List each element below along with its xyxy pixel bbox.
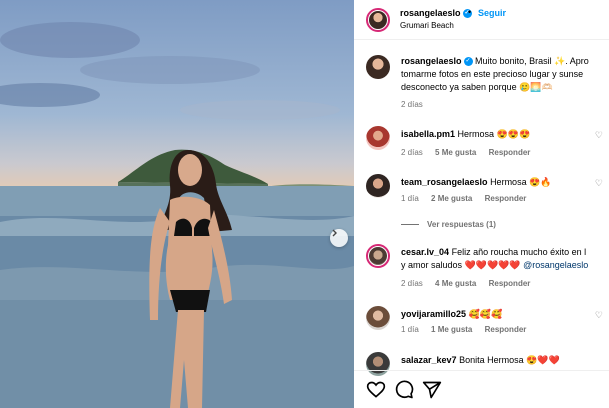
comment-meta: 1 día 2 Me gusta Responder — [401, 194, 536, 203]
commenter-avatar[interactable] — [366, 126, 390, 150]
share-icon[interactable] — [422, 380, 442, 400]
comment-body: Bonita Hermosa 😍❤️❤️ — [459, 355, 560, 365]
post-header: rosangelaeslo ✓ • Seguir Grumari Beach — [354, 0, 609, 40]
follow-button[interactable]: Seguir — [478, 8, 506, 18]
comment-username[interactable]: cesar.lv_04 — [401, 247, 449, 257]
comment-body: Hermosa 😍🔥 — [490, 177, 552, 187]
comment-body-line-2: y amor saludos ❤️❤️❤️❤️❤️ — [401, 260, 521, 270]
verified-badge-icon: ✓ — [463, 57, 473, 67]
chevron-right-icon — [332, 229, 337, 237]
comment-meta: 2 días 4 Me gusta Responder — [401, 279, 540, 288]
post-location[interactable]: Grumari Beach — [400, 21, 454, 30]
follow-separator: • — [468, 7, 472, 17]
comment-time[interactable]: 1 día — [401, 194, 419, 203]
commenter-avatar[interactable] — [366, 244, 390, 268]
comment-username[interactable]: salazar_kev7 — [401, 355, 457, 365]
reply-button[interactable]: Responder — [485, 325, 527, 334]
caption-time[interactable]: 2 días — [401, 100, 423, 109]
reply-button[interactable]: Responder — [489, 279, 531, 288]
post-side-panel: rosangelaeslo ✓ • Seguir Grumari Beach ro… — [354, 0, 609, 408]
comment-likes[interactable]: 5 Me gusta — [435, 148, 476, 157]
post-photo — [0, 0, 354, 408]
replies-divider — [401, 224, 419, 226]
reply-button[interactable]: Responder — [485, 194, 527, 203]
caption-line-3: desconecto ya saben porque 🥲🌅🫶🏻 — [401, 82, 553, 92]
comment-time[interactable]: 2 días — [401, 279, 423, 288]
comment-meta: 1 día 1 Me gusta Responder — [401, 325, 536, 334]
post-action-bar — [354, 370, 609, 408]
comment-meta: 2 días 5 Me gusta Responder — [401, 148, 540, 157]
comment-likes[interactable]: 2 Me gusta — [431, 194, 472, 203]
caption-text: rosangelaeslo ✓ Muito bonito, Brasil ✨. A… — [401, 55, 589, 94]
comment-text: team_rosangelaeslo Hermosa 😍🔥 — [401, 176, 552, 189]
comment-time[interactable]: 2 días — [401, 148, 423, 157]
comment-body: 🥰🥰🥰 — [468, 309, 503, 319]
caption-meta: 2 días — [401, 100, 433, 109]
comment-username[interactable]: yovijaramillo25 — [401, 309, 466, 319]
comment-text: cesar.lv_04 Feliz año roucha mucho éxito… — [401, 246, 588, 272]
comment-body: Feliz año roucha mucho éxito en l — [451, 247, 587, 257]
commenter-avatar[interactable] — [366, 306, 390, 330]
comment-text: salazar_kev7 Bonita Hermosa 😍❤️❤️ — [401, 354, 560, 367]
comment-mention[interactable]: @rosangelaeslo — [523, 260, 588, 270]
author-username-row[interactable]: rosangelaeslo ✓ — [400, 8, 472, 19]
reply-button[interactable]: Responder — [489, 148, 531, 157]
comment-like-icon[interactable]: ♡ — [595, 178, 603, 189]
comment-username[interactable]: isabella.pm1 — [401, 129, 455, 139]
view-replies-button[interactable]: Ver respuestas (1) — [401, 220, 496, 229]
comment-like-icon[interactable]: ♡ — [595, 310, 603, 321]
comment-username[interactable]: team_rosangelaeslo — [401, 177, 488, 187]
next-photo-button[interactable] — [330, 229, 348, 247]
comment-likes[interactable]: 1 Me gusta — [431, 325, 472, 334]
commenter-avatar[interactable] — [366, 174, 390, 198]
view-replies-label[interactable]: Ver respuestas (1) — [427, 220, 496, 229]
caption-line-1: Muito bonito, Brasil ✨. Apro — [475, 56, 589, 66]
author-username[interactable]: rosangelaeslo — [400, 8, 461, 18]
comment-icon[interactable] — [394, 380, 414, 400]
comment-text: isabella.pm1 Hermosa 😍😍😍 — [401, 128, 530, 141]
comment-text: yovijaramillo25 🥰🥰🥰 — [401, 308, 502, 321]
caption-avatar[interactable] — [366, 55, 390, 79]
comment-time[interactable]: 1 día — [401, 325, 419, 334]
heart-icon[interactable] — [366, 380, 386, 400]
beach-photo-illustration — [0, 22, 354, 408]
comment-body: Hermosa 😍😍😍 — [457, 129, 531, 139]
caption-line-2: tomarme fotos en este precioso lugar y s… — [401, 69, 584, 79]
caption-username[interactable]: rosangelaeslo — [401, 56, 462, 66]
comment-like-icon[interactable]: ♡ — [595, 130, 603, 141]
author-avatar[interactable] — [366, 8, 390, 32]
comment-likes[interactable]: 4 Me gusta — [435, 279, 476, 288]
